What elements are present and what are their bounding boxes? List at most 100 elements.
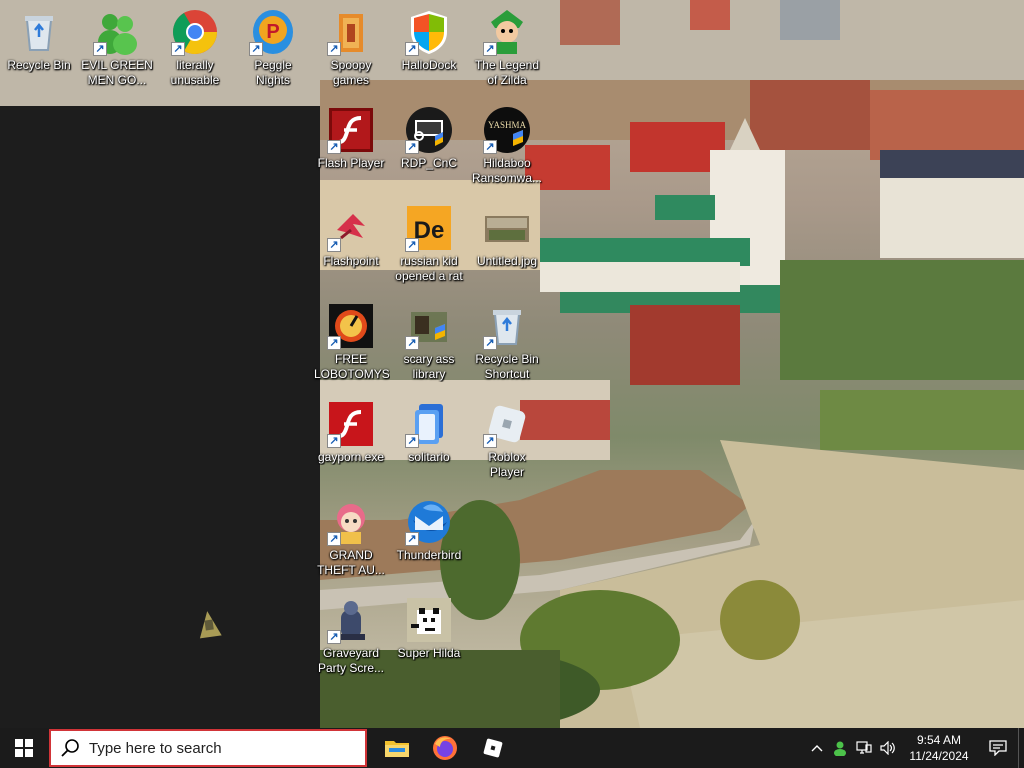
- shortcut-arrow-icon: ↗: [327, 336, 341, 350]
- taskbar: 9:54 AM 11/24/2024: [0, 728, 1024, 768]
- desktop-icon-hallodock[interactable]: ↗ HalloDock: [390, 4, 468, 100]
- shortcut-arrow-icon: ↗: [483, 434, 497, 448]
- start-button[interactable]: [0, 728, 48, 768]
- taskbar-roblox[interactable]: [469, 728, 517, 768]
- green-men-icon: ↗: [93, 8, 141, 56]
- rdp-icon: ↗: [405, 106, 453, 154]
- file-explorer-icon: [385, 741, 409, 757]
- shortcut-arrow-icon: ↗: [171, 42, 185, 56]
- icon-label: scary ass library: [403, 352, 455, 381]
- show-hidden-icons-button[interactable]: [806, 728, 828, 768]
- chrome-icon: ↗: [171, 8, 219, 56]
- flash-icon: ↗: [327, 400, 375, 448]
- recycle-bin-icon: [15, 8, 63, 56]
- chevron-up-icon: [811, 745, 823, 752]
- icon-label: Spoopy games: [330, 58, 372, 87]
- library-icon: ↗: [405, 302, 453, 350]
- cone-cursor-icon: [196, 609, 222, 639]
- shortcut-arrow-icon: ↗: [483, 336, 497, 350]
- shortcut-arrow-icon: ↗: [483, 42, 497, 56]
- zilda-icon: ↗: [483, 8, 531, 56]
- super-hilda-icon: [405, 596, 453, 644]
- action-center-button[interactable]: [978, 728, 1018, 768]
- search-icon: [61, 739, 79, 757]
- green-person-icon: [834, 741, 846, 756]
- icon-label: Thunderbird: [396, 548, 462, 562]
- flashpoint-icon: ↗: [327, 204, 375, 252]
- desktop-icon-flash-player[interactable]: ↗ Flash Player: [312, 102, 390, 198]
- speaker-icon: [880, 741, 895, 755]
- roblox-icon: [483, 738, 503, 758]
- roblox-icon: ↗: [483, 400, 531, 448]
- taskbar-firefox[interactable]: [421, 728, 469, 768]
- desktop-icon-chrome[interactable]: ↗ literally unusable: [156, 4, 234, 100]
- shortcut-arrow-icon: ↗: [327, 532, 341, 546]
- blank-app-window[interactable]: [0, 106, 320, 728]
- icon-label: gayporn.exe: [317, 450, 385, 464]
- network-button[interactable]: [852, 728, 876, 768]
- firefox-icon: [433, 736, 457, 760]
- icon-label: Recycle Bin: [7, 58, 71, 72]
- icon-label: FREE LOBOTOMYS: [314, 352, 390, 381]
- desktop-icon-russian-kid[interactable]: De ↗ russian kid opened a rat: [390, 200, 468, 296]
- icon-label: HalloDock: [401, 58, 457, 72]
- desktop-icon-solitario[interactable]: ↗ solitario: [390, 396, 468, 492]
- desktop-icon-spoopy-games[interactable]: ↗ Spoopy games: [312, 4, 390, 100]
- desktop-icon-recycle-bin-shortcut[interactable]: ↗ Recycle Bin Shortcut: [468, 298, 546, 394]
- lobotomy-icon: ↗: [327, 302, 375, 350]
- desktop-icon-flashpoint[interactable]: ↗ Flashpoint: [312, 200, 390, 296]
- desktop-icon-gayporn-exe[interactable]: ↗ gayporn.exe: [312, 396, 390, 492]
- shortcut-arrow-icon: ↗: [327, 42, 341, 56]
- desktop-icon-super-hilda[interactable]: Super Hilda: [390, 592, 468, 688]
- volume-button[interactable]: [876, 728, 900, 768]
- notification-icon: [989, 740, 1007, 756]
- icon-label: GRAND THEFT AU...: [317, 548, 385, 577]
- icon-label: EVIL GREEN MEN GO...: [81, 58, 153, 87]
- desktop-icon-roblox-player[interactable]: ↗ Roblox Player: [468, 396, 546, 492]
- windows-logo-icon: [15, 739, 33, 757]
- desktop-icon-thunderbird[interactable]: ↗ Thunderbird: [390, 494, 468, 590]
- peggle-icon: P ↗: [249, 8, 297, 56]
- tray-people-button[interactable]: [828, 728, 852, 768]
- show-desktop-button[interactable]: [1018, 728, 1024, 768]
- taskbar-file-explorer[interactable]: [373, 728, 421, 768]
- image-thumbnail-icon: [483, 204, 531, 252]
- desktop-icon-recycle-bin[interactable]: Recycle Bin: [0, 4, 78, 100]
- desktop-icon-legend-of-zilda[interactable]: ↗ The Legend of Zilda: [468, 4, 546, 100]
- shortcut-arrow-icon: ↗: [327, 434, 341, 448]
- shortcut-arrow-icon: ↗: [327, 630, 341, 644]
- desktop-icon-untitled-jpg[interactable]: Untitled.jpg: [468, 200, 546, 296]
- clock[interactable]: 9:54 AM 11/24/2024: [900, 728, 978, 768]
- flash-icon: ↗: [327, 106, 375, 154]
- desktop-icon-free-lobotomys[interactable]: ↗ FREE LOBOTOMYS: [312, 298, 390, 394]
- svg-text:YASHMA: YASHMA: [488, 120, 527, 130]
- desktop-icon-evil-green-men[interactable]: ↗ EVIL GREEN MEN GO...: [78, 4, 156, 100]
- graveyard-icon: ↗: [327, 596, 375, 644]
- icon-label: Flashpoint: [323, 254, 379, 268]
- icon-label: RDP_CnC: [400, 156, 457, 170]
- shortcut-arrow-icon: ↗: [405, 434, 419, 448]
- desktop-icon-peggle[interactable]: P ↗ Peggle Nights Deluxe: [234, 4, 312, 100]
- recycle-bin-icon: ↗: [483, 302, 531, 350]
- taskbar-search-box[interactable]: [49, 729, 367, 767]
- search-input[interactable]: [89, 739, 339, 757]
- desktop-icon-rdp-cnc[interactable]: ↗ RDP_CnC: [390, 102, 468, 198]
- shortcut-arrow-icon: ↗: [405, 336, 419, 350]
- yashma-icon: YASHMA ↗: [483, 106, 531, 154]
- desktop-icon-hildaboo[interactable]: YASHMA ↗ Hildaboo Ransomwa...: [468, 102, 546, 198]
- clock-date: 11/24/2024: [909, 749, 969, 763]
- anime-girl-icon: ↗: [327, 498, 375, 546]
- icon-label: solitario: [408, 450, 450, 464]
- desktop-icon-scary-ass-library[interactable]: ↗ scary ass library: [390, 298, 468, 394]
- de-icon: De ↗: [405, 204, 453, 252]
- network-icon: [856, 741, 872, 754]
- desktop-icon-graveyard-party[interactable]: ↗ Graveyard Party Scre...: [312, 592, 390, 688]
- shortcut-arrow-icon: ↗: [405, 140, 419, 154]
- windows-shield-icon: ↗: [405, 8, 453, 56]
- desktop-icon-grand-theft-au[interactable]: ↗ GRAND THEFT AU...: [312, 494, 390, 590]
- icon-label: Hildaboo Ransomwa...: [471, 156, 543, 185]
- icon-label: russian kid opened a rat: [395, 254, 463, 283]
- shortcut-arrow-icon: ↗: [483, 140, 497, 154]
- icon-label: Untitled.jpg: [476, 254, 538, 268]
- solitaire-icon: ↗: [405, 400, 453, 448]
